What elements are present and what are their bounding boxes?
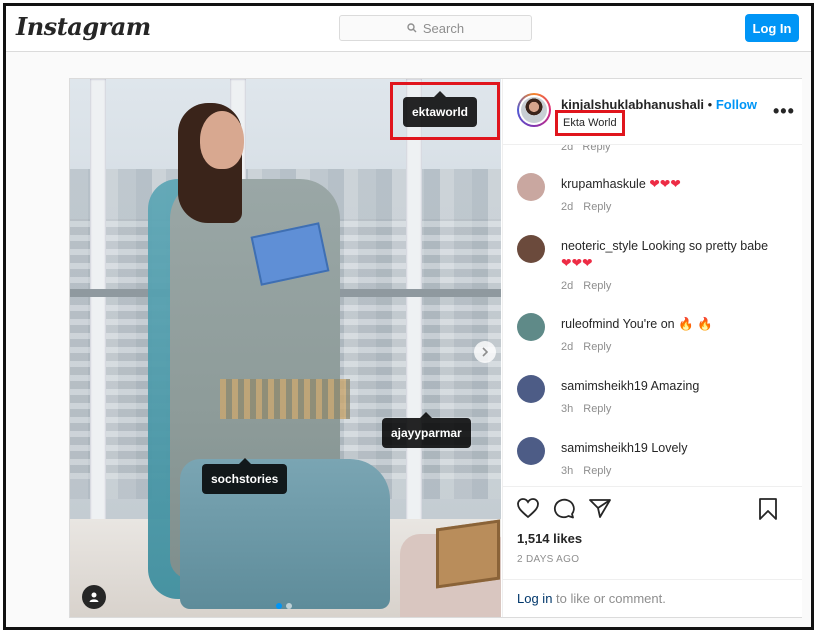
- comments-list: 2d Reply krupamhaskule ❤❤❤ 2d Reply neote…: [503, 145, 802, 485]
- comment-text: Looking so pretty babe: [641, 239, 769, 253]
- search-placeholder: Search: [422, 20, 465, 36]
- instagram-logo[interactable]: Instagram: [16, 12, 151, 41]
- comment-age: 2d: [561, 201, 574, 213]
- comment-age: 2d: [561, 341, 574, 353]
- bookmark-icon[interactable]: [757, 497, 779, 521]
- commenter-avatar[interactable]: [517, 173, 545, 201]
- comment-hearts: ❤❤❤: [561, 256, 593, 270]
- top-nav: Instagram Search Log In: [6, 6, 811, 52]
- login-prompt-text: to like or comment.: [552, 591, 666, 606]
- tagged-users-button[interactable]: [82, 585, 106, 609]
- comment-username[interactable]: ruleofmind: [561, 317, 619, 331]
- follow-button[interactable]: Follow: [716, 97, 757, 112]
- comment-age: 2d: [561, 280, 574, 292]
- user-tag[interactable]: ektaworld: [403, 91, 478, 127]
- comment-text: Amazing: [650, 379, 700, 393]
- reply-button[interactable]: Reply: [583, 341, 611, 353]
- comment-username[interactable]: samimsheikh19: [561, 441, 648, 455]
- screenshot-frame: Instagram Search Log In ektaworld ajayyp…: [3, 3, 814, 630]
- commenter-avatar[interactable]: [517, 437, 545, 465]
- carousel-dot: [286, 603, 292, 609]
- login-prompt: Log in to like or comment.: [503, 579, 802, 617]
- comment-icon[interactable]: [552, 497, 576, 519]
- embroidery: [220, 379, 350, 419]
- user-tag[interactable]: ajayyparmar: [382, 412, 471, 448]
- reply-button[interactable]: Reply: [583, 465, 611, 477]
- comment-username[interactable]: krupamhaskule: [561, 177, 646, 191]
- commenter-avatar[interactable]: [517, 235, 545, 263]
- user-tag[interactable]: sochstories: [202, 458, 288, 494]
- reply-button[interactable]: Reply: [583, 280, 611, 292]
- comment-age: 3h: [561, 465, 574, 477]
- heart-icon[interactable]: [516, 497, 540, 519]
- carousel-dot: [276, 603, 282, 609]
- login-button[interactable]: Log In: [745, 14, 799, 42]
- separator-dot: •: [707, 97, 713, 112]
- search-input[interactable]: Search: [339, 15, 532, 41]
- commenter-avatar[interactable]: [517, 375, 545, 403]
- carousel-dots: [276, 603, 292, 609]
- post-timestamp[interactable]: 2 DAYS AGO: [517, 554, 579, 565]
- comment-text: You're on 🔥 🔥: [622, 317, 713, 331]
- comment-username[interactable]: samimsheikh19: [561, 379, 648, 393]
- reply-button[interactable]: Reply: [583, 403, 611, 415]
- like-count[interactable]: 1,514 likes: [517, 531, 582, 546]
- commenter-avatar[interactable]: [517, 313, 545, 341]
- post-author-header: kinjalshuklabhanushali • Follow Ekta Wor…: [503, 79, 802, 145]
- partial-comment-meta: 2d Reply: [561, 145, 611, 153]
- face: [200, 111, 244, 169]
- post-location[interactable]: Ekta World: [563, 117, 617, 129]
- chevron-right-icon: [482, 347, 489, 357]
- comment-hearts: ❤❤❤: [649, 177, 681, 191]
- user-tag-label: ajayyparmar: [391, 426, 462, 440]
- post-actions: 1,514 likes 2 DAYS AGO Log in to like or…: [503, 486, 802, 616]
- post-photo[interactable]: ektaworld ajayyparmar sochstories: [70, 79, 501, 617]
- comment-text: Lovely: [651, 441, 688, 455]
- post-sidebar: kinjalshuklabhanushali • Follow Ekta Wor…: [502, 79, 802, 617]
- author-avatar[interactable]: [517, 93, 551, 127]
- reply-button[interactable]: Reply: [583, 201, 611, 213]
- comment-age: 3h: [561, 403, 574, 415]
- more-icon[interactable]: •••: [773, 101, 795, 122]
- search-icon: [407, 23, 417, 33]
- comment-username[interactable]: neoteric_style: [561, 239, 638, 253]
- next-photo-button[interactable]: [474, 341, 496, 363]
- user-tag-label: ektaworld: [412, 105, 469, 119]
- login-link[interactable]: Log in: [517, 591, 552, 606]
- wooden-tray: [436, 519, 500, 589]
- share-icon[interactable]: [588, 497, 612, 519]
- user-tag-icon: [89, 592, 99, 602]
- user-tag-label: sochstories: [211, 472, 279, 486]
- post-card: ektaworld ajayyparmar sochstories kinjal…: [69, 78, 802, 618]
